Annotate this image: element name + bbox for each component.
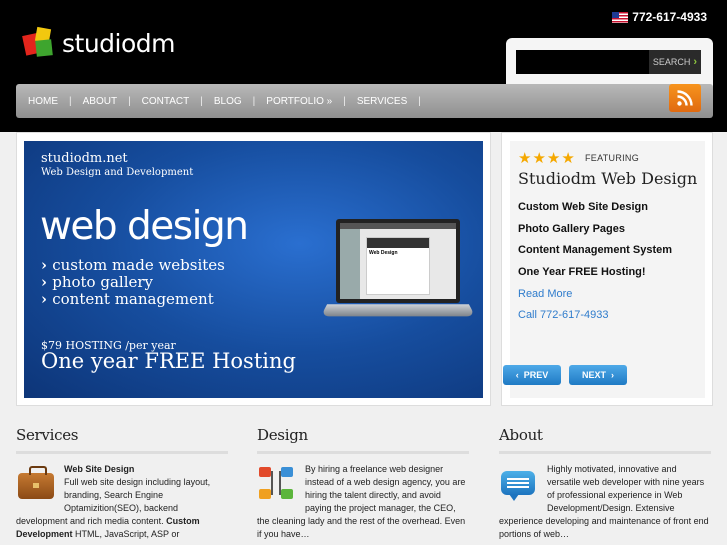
call-link[interactable]: Call 772-617-4933 xyxy=(518,309,609,321)
laptop-screen-title: Web Design xyxy=(369,250,398,256)
hero-banner[interactable]: studiodm.net Web Design and Development … xyxy=(24,141,483,398)
nav-item-about[interactable]: ABOUT | xyxy=(83,96,142,107)
laptop-image: Web Design xyxy=(320,219,476,329)
featuring-list-item: One Year FREE Hosting! xyxy=(518,265,646,278)
nav-item-blog[interactable]: BLOG | xyxy=(214,96,266,107)
chevron-right-icon: › xyxy=(611,370,614,380)
chat-bubble-icon xyxy=(499,465,539,505)
about-column: About Highly motivated, innovative and v… xyxy=(499,426,711,541)
nav-item-services[interactable]: SERVICES | xyxy=(357,96,432,107)
services-column: Services Web Site Design Full web site d… xyxy=(16,426,228,541)
nav-item-home[interactable]: HOME | xyxy=(28,96,83,107)
about-heading: About xyxy=(499,426,711,454)
nav-item-contact[interactable]: CONTACT | xyxy=(142,96,214,107)
featuring-panel: ★★★★ FEATURING Studiodm Web Design Custo… xyxy=(501,132,713,406)
phone-number: 772-617-4933 xyxy=(632,10,707,24)
banner-list-item: custom made websites xyxy=(41,257,225,274)
search-input[interactable] xyxy=(516,50,649,74)
chevron-left-icon: ‹ xyxy=(515,370,519,380)
read-more-link[interactable]: Read More xyxy=(518,288,572,300)
featuring-list-item: Custom Web Site Design xyxy=(518,201,648,213)
banner-tagline: Web Design and Development xyxy=(41,167,194,178)
main-nav: HOME | ABOUT | CONTACT | BLOG | PORTFOLIO » |… xyxy=(16,84,713,118)
featuring-list-item: Photo Gallery Pages xyxy=(518,222,625,235)
featuring-label: FEATURING xyxy=(585,153,640,163)
next-button[interactable]: NEXT › xyxy=(569,365,627,385)
sitemap-icon xyxy=(257,465,297,505)
logo-mark-icon xyxy=(22,26,56,60)
search-button-label: SEARCH xyxy=(652,57,691,67)
banner-hosting-offer: One year FREE Hosting xyxy=(41,349,296,373)
header-phone: 772-617-4933 xyxy=(612,10,707,24)
search-button[interactable]: SEARCH › xyxy=(649,50,701,74)
featuring-title: Studiodm Web Design xyxy=(518,169,698,188)
briefcase-icon xyxy=(16,465,56,505)
logo[interactable]: studiodm xyxy=(22,26,176,60)
search-panel: SEARCH › xyxy=(506,38,713,88)
rss-icon[interactable] xyxy=(669,84,701,112)
rating-stars-icon: ★★★★ xyxy=(518,150,576,167)
services-text-2: HTML, JavaScript, ASP or xyxy=(75,529,180,539)
services-subtitle: Web Site Design xyxy=(64,464,135,474)
featuring-list: Custom Web Site Design Photo Gallery Pag… xyxy=(518,201,672,287)
banner-heading: web design xyxy=(40,204,249,249)
banner-list-item: photo gallery xyxy=(41,274,225,291)
banner-site-name: studiodm.net xyxy=(41,151,128,166)
arrow-right-icon: › xyxy=(693,56,698,68)
prev-button[interactable]: ‹ PREV xyxy=(503,365,561,385)
services-heading: Services xyxy=(16,426,228,454)
banner-feature-list: custom made websites photo gallery conte… xyxy=(41,257,225,308)
us-flag-icon xyxy=(612,11,629,23)
nav-item-portfolio[interactable]: PORTFOLIO » | xyxy=(266,96,357,107)
design-heading: Design xyxy=(257,426,469,454)
logo-text: studiodm xyxy=(62,28,176,58)
design-column: Design By hiring a freelance web designe… xyxy=(257,426,469,541)
featuring-list-item: Content Management System xyxy=(518,244,673,256)
banner-frame: studiodm.net Web Design and Development … xyxy=(16,132,491,406)
banner-list-item: content management xyxy=(41,291,225,308)
